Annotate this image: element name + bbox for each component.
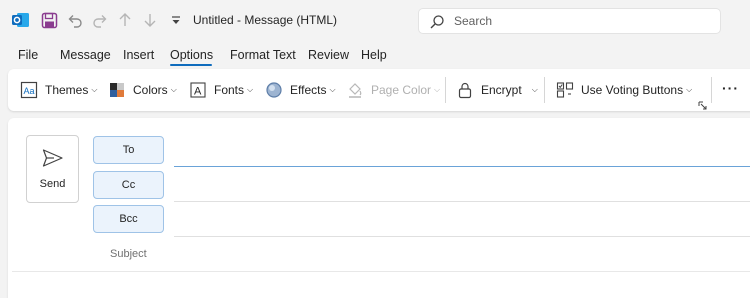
fonts-button[interactable]: A Fonts ⌵ (189, 69, 253, 111)
subject-field[interactable] (174, 242, 750, 268)
themes-label: Themes (45, 83, 89, 97)
dialog-launcher-icon[interactable] (698, 97, 707, 110)
cc-button[interactable]: Cc (93, 171, 164, 199)
voting-label: Use Voting Buttons (581, 83, 684, 97)
bcc-field[interactable] (174, 207, 750, 235)
ribbon-divider (544, 77, 545, 103)
send-label: Send (39, 178, 66, 190)
chevron-down-icon[interactable]: ⌵ (532, 85, 538, 95)
subject-underline (12, 271, 750, 272)
svg-text:A: A (194, 86, 202, 98)
send-button[interactable]: Send (26, 135, 79, 203)
fonts-icon: A (189, 81, 207, 99)
search-placeholder: Search (454, 14, 493, 28)
chevron-down-icon: ⌵ (91, 85, 98, 94)
tab-review[interactable]: Review (308, 48, 349, 62)
colors-icon (108, 81, 126, 99)
up-arrow-icon[interactable] (115, 10, 135, 30)
save-icon[interactable] (39, 10, 59, 30)
voting-buttons-button[interactable]: Use Voting Buttons ⌵ (556, 69, 692, 111)
chevron-down-icon: ⌵ (434, 85, 441, 94)
fonts-label: Fonts (214, 83, 245, 97)
chevron-down-icon: ⌵ (170, 85, 177, 94)
tab-file[interactable]: File (18, 48, 38, 62)
undo-icon[interactable] (64, 10, 84, 30)
chevron-down-icon: ⌵ (686, 85, 693, 94)
encrypt-button[interactable]: Encrypt ⌵ (456, 69, 538, 111)
window-title: Untitled - Message (HTML) (193, 13, 338, 27)
bcc-button[interactable]: Bcc (93, 205, 164, 233)
message-body[interactable] (12, 274, 750, 298)
page-color-label: Page Color (371, 83, 432, 97)
more-options-icon[interactable]: ··· (722, 80, 739, 96)
themes-button[interactable]: Aa Themes ⌵ (20, 69, 97, 111)
redo-icon[interactable] (90, 10, 110, 30)
active-tab-indicator (170, 64, 212, 66)
menu-tabs: File Message Insert Options Format Text … (0, 44, 750, 68)
page-color-button[interactable]: Page Color ⌵ (346, 69, 440, 111)
to-field[interactable] (174, 138, 750, 166)
tab-help[interactable]: Help (361, 48, 387, 62)
svg-text:Aa: Aa (24, 86, 35, 96)
to-field-underline (174, 166, 750, 167)
down-arrow-icon[interactable] (140, 10, 160, 30)
search-icon (429, 14, 445, 30)
tab-insert[interactable]: Insert (123, 48, 154, 62)
to-button[interactable]: To (93, 136, 164, 164)
voting-icon (556, 81, 574, 99)
chevron-down-icon: ⌵ (329, 85, 336, 94)
tab-message[interactable]: Message (60, 48, 111, 62)
themes-icon: Aa (20, 81, 38, 99)
title-bar: Untitled - Message (HTML) Search (0, 0, 750, 42)
subject-label: Subject (110, 248, 147, 260)
colors-button[interactable]: Colors ⌵ (108, 69, 177, 111)
ribbon-divider (445, 77, 446, 103)
search-box[interactable]: Search (418, 8, 721, 34)
effects-icon (265, 81, 283, 99)
paint-bucket-icon (346, 81, 364, 99)
colors-label: Colors (133, 83, 168, 97)
cc-field[interactable] (174, 172, 750, 200)
tab-options[interactable]: Options (170, 48, 213, 62)
send-icon (42, 148, 64, 168)
effects-button[interactable]: Effects ⌵ (265, 69, 336, 111)
tab-format-text[interactable]: Format Text (230, 48, 296, 62)
chevron-down-icon: ⌵ (247, 85, 254, 94)
effects-label: Effects (290, 83, 327, 97)
cc-field-underline (174, 201, 750, 202)
customize-qat-icon[interactable] (166, 10, 186, 30)
encrypt-label: Encrypt (481, 83, 522, 97)
lock-icon (456, 81, 474, 99)
ribbon-divider (711, 77, 712, 103)
bcc-field-underline (174, 236, 750, 237)
outlook-icon (11, 10, 31, 30)
